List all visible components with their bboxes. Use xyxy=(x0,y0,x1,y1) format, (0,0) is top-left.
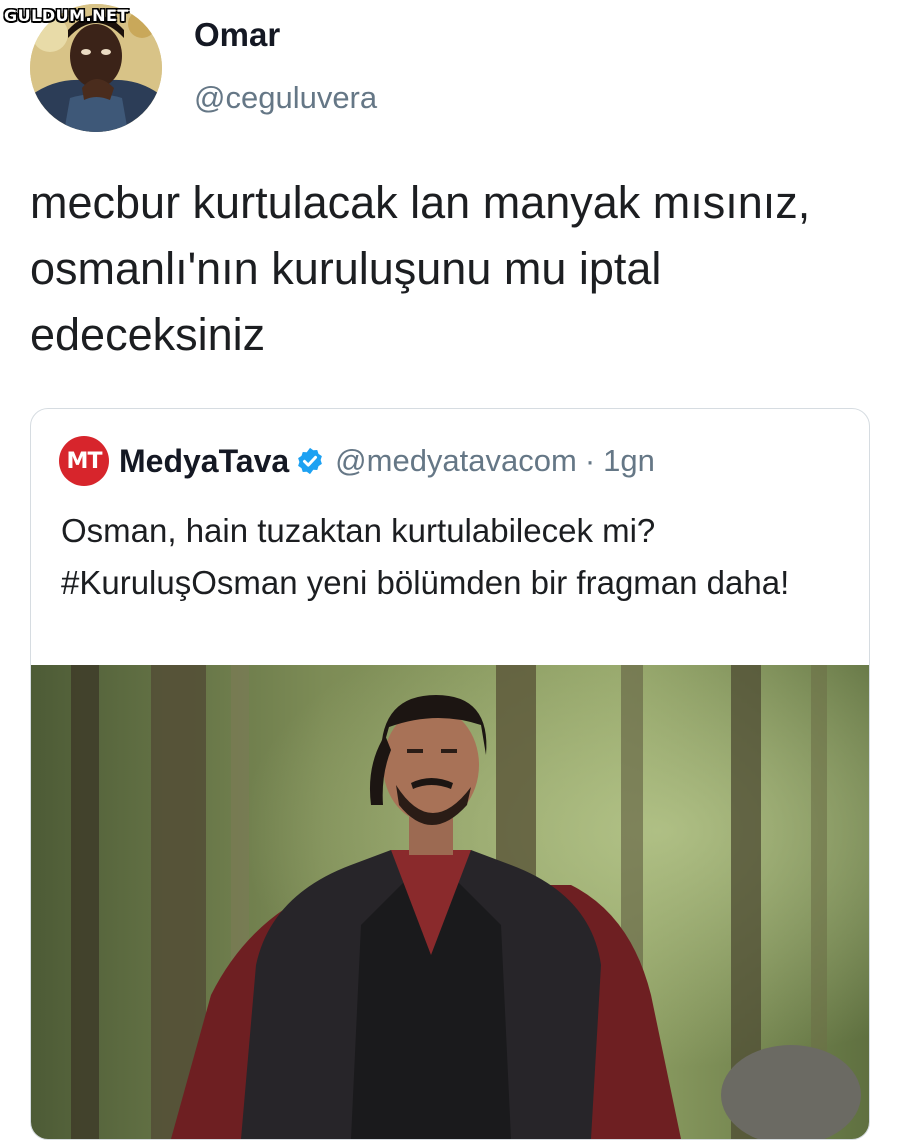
quoted-author-handle[interactable]: @medyatavacom xyxy=(335,443,577,479)
quoted-author-name[interactable]: MedyaTava xyxy=(119,443,289,480)
verified-badge-icon xyxy=(295,446,325,476)
medyatava-logo-icon[interactable]: MT xyxy=(59,436,109,486)
logo-text: MT xyxy=(66,448,103,474)
watermark: GULDUM.NET xyxy=(4,6,129,25)
quoted-tweet-text: Osman, hain tuzaktan kurtulabilecek mi? … xyxy=(61,512,790,601)
quoted-tweet-image[interactable] xyxy=(31,665,869,1139)
author-handle[interactable]: @ceguluvera xyxy=(194,80,377,116)
quoted-tweet-time[interactable]: 1gn xyxy=(603,443,655,479)
quoted-tweet-card[interactable]: MT MedyaTava @medyatavacom · 1gn Osman, … xyxy=(30,408,870,1140)
separator-dot: · xyxy=(584,443,596,478)
quoted-tweet-header: MT MedyaTava @medyatavacom · 1gn xyxy=(59,435,655,487)
tweet-text: mecbur kurtulacak lan manyak mısınız, os… xyxy=(30,177,811,360)
author-name[interactable]: Omar xyxy=(194,16,280,54)
